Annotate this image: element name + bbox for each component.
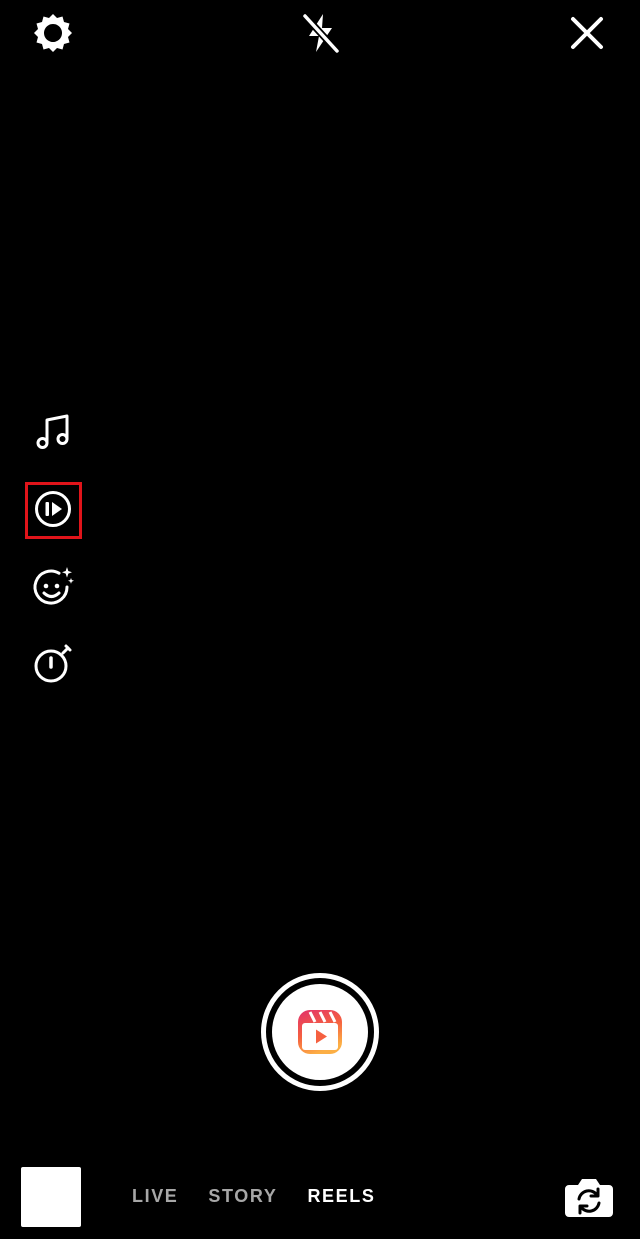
close-button[interactable]: [562, 8, 612, 58]
flash-button[interactable]: [296, 8, 346, 58]
mode-live[interactable]: LIVE: [132, 1186, 178, 1210]
speed-icon: [33, 489, 73, 529]
gallery-thumbnail[interactable]: [21, 1167, 81, 1227]
effects-icon: [31, 565, 75, 609]
music-note-icon: [33, 412, 73, 452]
record-button[interactable]: [261, 973, 379, 1091]
mode-selector: LIVE STORY REELS: [132, 1186, 375, 1210]
timer-button[interactable]: [26, 636, 80, 690]
mode-reels[interactable]: REELS: [307, 1186, 375, 1210]
close-icon: [569, 15, 605, 51]
audio-button[interactable]: [26, 405, 80, 459]
flash-off-icon: [299, 11, 343, 55]
gear-icon: [31, 11, 75, 55]
timer-icon: [31, 641, 75, 685]
reels-icon: [296, 1008, 344, 1061]
mode-story[interactable]: STORY: [208, 1186, 277, 1210]
flip-camera-button[interactable]: [562, 1173, 616, 1223]
settings-button[interactable]: [28, 8, 78, 58]
record-button-inner: [272, 984, 368, 1080]
effects-button[interactable]: [26, 560, 80, 614]
speed-button[interactable]: [26, 482, 80, 536]
flip-camera-icon: [563, 1175, 615, 1221]
